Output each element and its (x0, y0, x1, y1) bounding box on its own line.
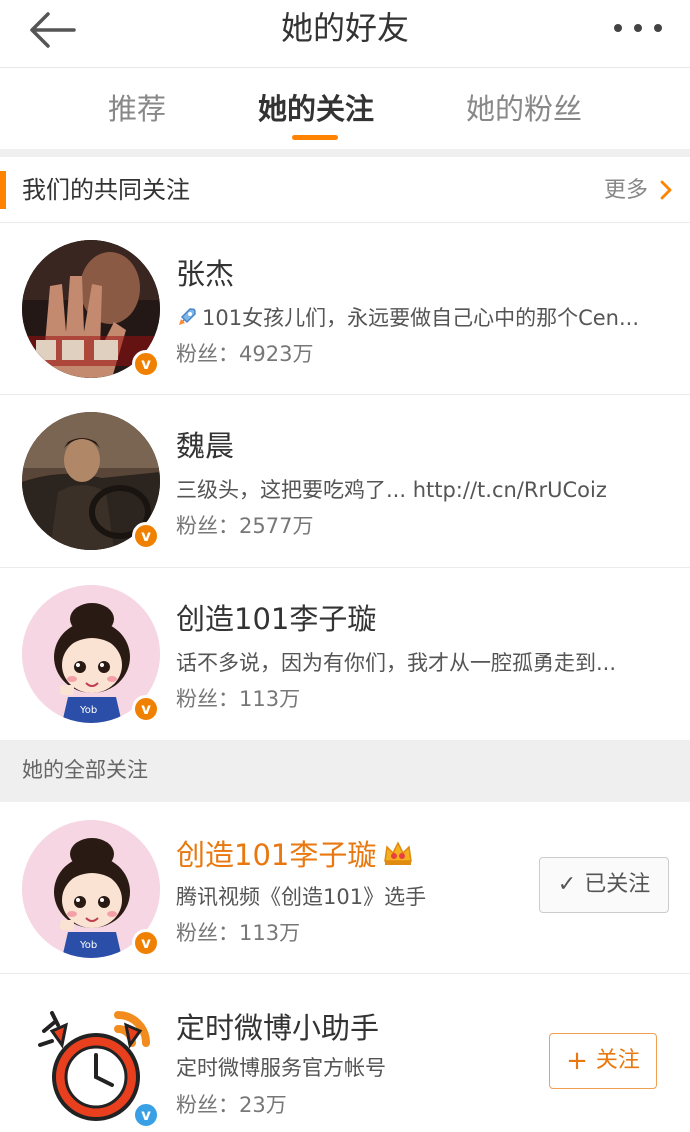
user-description-text: 101女孩儿们，永远要做自己心中的那个Cen... (202, 306, 639, 330)
tab-following[interactable]: 她的关注 (258, 89, 374, 129)
user-description: 话不多说，因为有你们，我才从一腔孤勇走到... (176, 651, 617, 675)
verified-badge-icon: v (132, 1101, 160, 1129)
section-title: 她的全部关注 (22, 758, 148, 782)
fan-count: 粉丝：113万 (176, 921, 301, 945)
user-name[interactable]: 魏晨 (176, 427, 234, 465)
active-tab-indicator (292, 135, 338, 140)
verified-badge-icon: v (132, 929, 160, 957)
section-accent-bar (0, 171, 6, 209)
tab-followers[interactable]: 她的粉丝 (466, 89, 582, 129)
all-follows-header: 她的全部关注 (0, 740, 690, 802)
verified-badge-icon: v (132, 522, 160, 550)
fan-count: 粉丝：2577万 (176, 514, 314, 538)
svg-text:Yob: Yob (79, 705, 97, 716)
page-title: 她的好友 (280, 9, 409, 47)
svg-text:Yob: Yob (79, 940, 97, 951)
tab-bar: 推荐 她的关注 她的粉丝 (0, 69, 690, 149)
user-row[interactable]: v 魏晨 三级头，这把要吃鸡了... http://t.cn/RrUCoiz 粉… (0, 395, 690, 568)
more-options-icon[interactable] (612, 22, 664, 34)
chevron-right-icon[interactable] (658, 179, 674, 201)
follow-button[interactable]: + 关注 (549, 1033, 657, 1089)
user-description: 101女孩儿们，永远要做自己心中的那个Cen... (176, 303, 670, 333)
tab-recommend[interactable]: 推荐 (108, 89, 166, 129)
user-name[interactable]: 创造101李子璇 (176, 836, 414, 874)
vip-crown-icon (384, 841, 413, 865)
more-link[interactable]: 更多 (604, 175, 648, 207)
user-name-text: 创造101李子璇 (176, 838, 377, 872)
top-bar: 她的好友 (0, 0, 690, 68)
divider (0, 149, 690, 157)
followed-button[interactable]: ✓ 已关注 (539, 857, 669, 913)
plus-icon: + (566, 1046, 588, 1076)
section-title: 我们的共同关注 (22, 176, 190, 204)
user-description: 腾讯视频《创造101》选手 (176, 885, 427, 909)
verified-badge-icon: v (132, 695, 160, 723)
verified-badge-icon: v (132, 350, 160, 378)
user-description: 定时微博服务官方帐号 (176, 1056, 386, 1080)
user-row[interactable]: v 张杰 101女孩儿们，永远要做自己心中的那个Cen... 粉丝：4923万 (0, 223, 690, 395)
followed-label: 已关注 (584, 872, 651, 897)
user-name[interactable]: 张杰 (176, 255, 234, 293)
check-icon: ✓ (557, 872, 577, 897)
rocket-icon (179, 308, 196, 325)
common-follows-header: 我们的共同关注 更多 (0, 157, 690, 223)
user-name[interactable]: 创造101李子璇 (176, 600, 376, 638)
fan-count: 粉丝：113万 (176, 687, 301, 711)
fan-count: 粉丝：23万 (176, 1093, 287, 1117)
user-row[interactable]: Yob v 创造101李子璇 话不多说，因为有你们，我才从一腔孤勇走到... 粉… (0, 568, 690, 740)
user-name[interactable]: 定时微博小助手 (176, 1009, 379, 1047)
follow-label: 关注 (595, 1048, 640, 1073)
user-description: 三级头，这把要吃鸡了... http://t.cn/RrUCoiz (176, 478, 607, 502)
fan-count: 粉丝：4923万 (176, 342, 314, 366)
